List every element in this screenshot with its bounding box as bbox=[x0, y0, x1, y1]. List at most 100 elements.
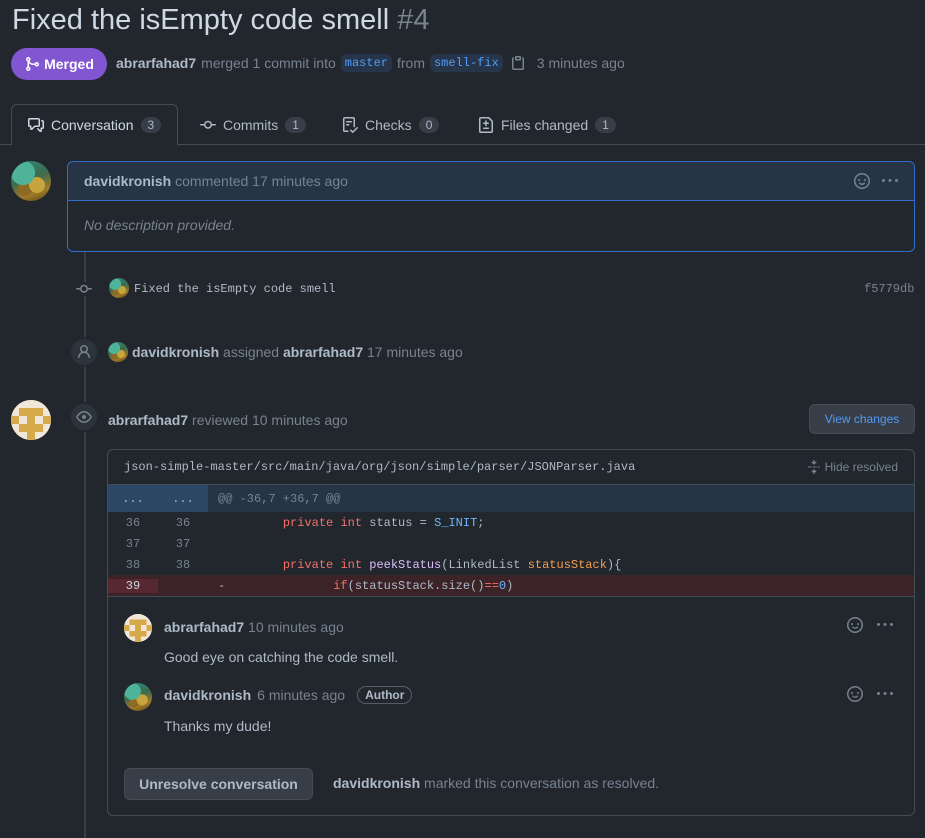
expand-up-button[interactable]: ... bbox=[108, 485, 158, 512]
new-line-number[interactable]: 37 bbox=[158, 537, 208, 551]
kebab-menu-icon[interactable] bbox=[877, 686, 893, 702]
merged-text: merged 1 commit into bbox=[201, 55, 336, 71]
commit-message[interactable]: Fixed the isEmpty code smell bbox=[134, 282, 336, 296]
tab-checks[interactable]: Checks 0 bbox=[326, 104, 455, 145]
code-token: status = bbox=[362, 515, 435, 530]
reply-time[interactable]: 10 minutes ago bbox=[248, 619, 344, 635]
kebab-menu-icon[interactable] bbox=[882, 173, 898, 189]
resolved-note: davidkronish marked this conversation as… bbox=[333, 775, 659, 791]
code-line: private int status = S_INIT; bbox=[208, 515, 485, 530]
code-token: int bbox=[340, 515, 363, 530]
comment-action: commented 17 minutes ago bbox=[175, 173, 348, 189]
tab-commits[interactable]: Commits 1 bbox=[184, 104, 322, 145]
avatar-davidkronish[interactable] bbox=[11, 161, 51, 201]
old-line-number[interactable]: 38 bbox=[108, 558, 158, 572]
diff-marker: - bbox=[218, 578, 226, 593]
avatar-abrarfahad7[interactable] bbox=[11, 400, 51, 440]
unresolve-conversation-button[interactable]: Unresolve conversation bbox=[124, 768, 313, 800]
fold-icon bbox=[807, 460, 820, 474]
review-action: reviewed 10 minutes ago bbox=[192, 412, 348, 428]
assigned-actor[interactable]: davidkronish bbox=[132, 344, 219, 360]
diff-line: 37 37 bbox=[108, 533, 914, 554]
code-token: private bbox=[282, 515, 334, 530]
hide-resolved-button[interactable]: Hide resolved bbox=[807, 460, 898, 474]
pr-title-text: Fixed the isEmpty code smell bbox=[12, 4, 390, 36]
merge-time: 3 minutes ago bbox=[536, 55, 625, 71]
reply-header: abrarfahad7 10 minutes ago bbox=[164, 619, 344, 635]
base-branch[interactable]: master bbox=[340, 54, 392, 72]
kebab-menu-icon[interactable] bbox=[877, 617, 893, 633]
author-badge: Author bbox=[357, 686, 413, 704]
code-token: peekStatus bbox=[369, 557, 442, 572]
code-line: private int peekStatus(LinkedList status… bbox=[208, 557, 622, 572]
from-text: from bbox=[396, 55, 425, 71]
reviewed-badge bbox=[69, 402, 99, 432]
tab-files-changed-label: Files changed bbox=[501, 116, 589, 133]
old-line-number[interactable]: 37 bbox=[108, 537, 158, 551]
pr-author-link[interactable]: abrarfahad7 bbox=[116, 55, 196, 71]
code-token: ){ bbox=[606, 557, 622, 572]
smiley-icon[interactable] bbox=[854, 173, 870, 189]
tab-checks-label: Checks bbox=[365, 116, 412, 133]
copy-icon[interactable] bbox=[510, 55, 526, 71]
code-token: S_INIT bbox=[434, 515, 478, 530]
old-line-number[interactable]: 36 bbox=[108, 516, 158, 530]
tab-files-changed[interactable]: Files changed 1 bbox=[462, 104, 632, 145]
tab-conversation[interactable]: Conversation 3 bbox=[11, 104, 179, 146]
merged-state-badge: Merged bbox=[11, 48, 107, 80]
pr-tabs: Conversation 3 Commits 1 Checks 0 Files … bbox=[0, 104, 925, 146]
smiley-icon[interactable] bbox=[847, 686, 863, 702]
hunk-header: @@ -36,7 +36,7 @@ bbox=[218, 491, 341, 506]
code-token: (LinkedList bbox=[441, 557, 528, 572]
commit-sha[interactable]: f5779db bbox=[864, 282, 914, 296]
git-commit-icon bbox=[200, 120, 216, 129]
reply-author[interactable]: abrarfahad7 bbox=[164, 619, 244, 635]
smiley-icon[interactable] bbox=[847, 617, 863, 633]
diff-snippet: ... ... @@ -36,7 +36,7 @@ 36 36 private … bbox=[108, 485, 914, 596]
comment-author[interactable]: davidkronish bbox=[84, 173, 171, 189]
assigned-badge bbox=[69, 337, 99, 367]
merged-label: Merged bbox=[44, 56, 94, 72]
code-token: 0 bbox=[498, 578, 507, 593]
tab-files-changed-count: 1 bbox=[595, 116, 616, 133]
pr-description-comment: davidkronish commented 17 minutes ago No… bbox=[67, 161, 915, 252]
code-token: ) bbox=[506, 578, 514, 593]
view-changes-button[interactable]: View changes bbox=[809, 404, 915, 434]
old-line-number[interactable]: 39 bbox=[108, 578, 158, 593]
new-line-number[interactable]: 36 bbox=[158, 516, 208, 530]
avatar-davidkronish-small[interactable] bbox=[109, 278, 129, 298]
git-merge-icon bbox=[26, 57, 40, 71]
assigned-event: davidkronish assigned abrarfahad7 17 min… bbox=[132, 344, 463, 360]
comment-body: No description provided. bbox=[84, 217, 235, 233]
assigned-assignee[interactable]: abrarfahad7 bbox=[283, 344, 363, 360]
code-token: int bbox=[340, 557, 363, 572]
checklist-icon bbox=[343, 116, 358, 133]
code-token: ; bbox=[477, 515, 485, 530]
resolved-by[interactable]: davidkronish bbox=[333, 775, 420, 791]
reply-author[interactable]: davidkronish bbox=[164, 687, 251, 703]
avatar-abrarfahad7[interactable] bbox=[124, 614, 152, 642]
pr-meta: abrarfahad7 merged 1 commit into master … bbox=[116, 54, 625, 72]
avatar-davidkronish[interactable] bbox=[124, 683, 152, 711]
assigned-verb: assigned bbox=[223, 344, 280, 360]
file-path[interactable]: json-simple-master/src/main/java/org/jso… bbox=[124, 460, 635, 474]
reply-body: Thanks my dude! bbox=[164, 718, 272, 734]
diff-line: 38 38 private int peekStatus(LinkedList … bbox=[108, 554, 914, 575]
head-branch[interactable]: smell-fix bbox=[429, 54, 503, 72]
code-token: if bbox=[333, 578, 348, 593]
code-token: statusStack bbox=[527, 557, 607, 572]
diff-line-deleted: 39 - if(statusStack.size()==0) bbox=[108, 575, 914, 596]
review-author[interactable]: abrarfahad7 bbox=[108, 412, 188, 428]
tab-commits-count: 1 bbox=[285, 116, 306, 133]
person-icon bbox=[78, 345, 90, 359]
expand-down-button[interactable]: ... bbox=[158, 485, 208, 512]
comment-header: davidkronish commented 17 minutes ago bbox=[68, 162, 914, 201]
review-event: abrarfahad7 reviewed 10 minutes ago bbox=[108, 412, 348, 428]
git-commit-icon bbox=[76, 282, 92, 296]
new-line-number[interactable]: 38 bbox=[158, 558, 208, 572]
tab-checks-count: 0 bbox=[418, 116, 440, 133]
reply-time[interactable]: 6 minutes ago bbox=[257, 687, 345, 703]
diff-line: 36 36 private int status = S_INIT; bbox=[108, 512, 914, 533]
avatar-davidkronish-small[interactable] bbox=[108, 342, 128, 362]
resolved-text: marked this conversation as resolved. bbox=[424, 775, 660, 791]
